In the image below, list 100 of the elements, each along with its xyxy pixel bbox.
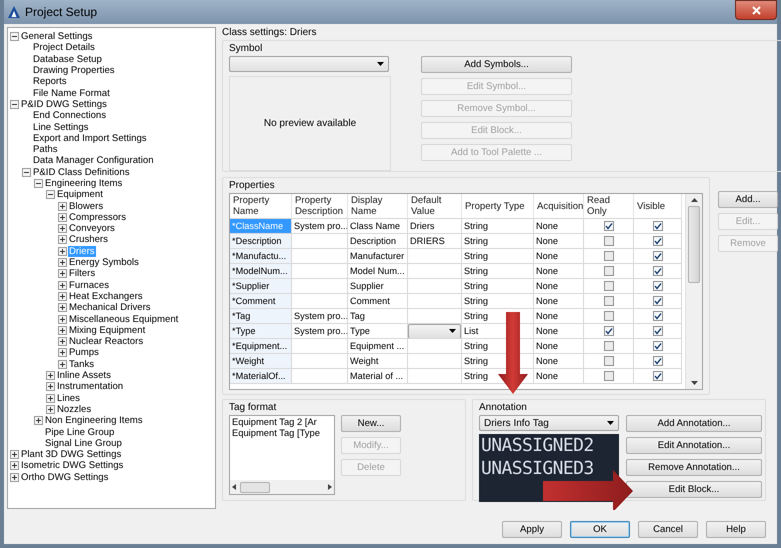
- checkbox[interactable]: [652, 356, 662, 366]
- expand-icon[interactable]: [58, 224, 67, 234]
- tree-item[interactable]: Tanks: [68, 358, 96, 370]
- annotation-action-button[interactable]: Add Annotation...: [626, 415, 762, 432]
- tree-item[interactable]: Lines: [56, 392, 81, 404]
- annotation-action-button[interactable]: Edit Annotation...: [626, 437, 762, 454]
- tree-item[interactable]: Plant 3D DWG Settings: [20, 449, 122, 460]
- tree-item[interactable]: Conveyors: [68, 223, 116, 234]
- column-header[interactable]: Display Name: [348, 194, 408, 219]
- expand-icon[interactable]: [46, 394, 55, 403]
- checkbox[interactable]: [652, 281, 662, 291]
- tree-item[interactable]: Heat Exchangers: [68, 290, 144, 302]
- column-header[interactable]: Default Value: [408, 194, 462, 219]
- horizontal-scrollbar[interactable]: [230, 480, 334, 494]
- checkbox[interactable]: [652, 251, 662, 261]
- tree-item[interactable]: Project Details: [32, 42, 96, 54]
- expand-icon[interactable]: [58, 246, 67, 256]
- symbol-action-button[interactable]: Add Symbols...: [421, 56, 572, 73]
- expand-icon[interactable]: [10, 472, 19, 482]
- expand-icon[interactable]: [10, 450, 19, 460]
- scroll-right-icon[interactable]: [328, 484, 332, 490]
- dialog-button[interactable]: Cancel: [638, 521, 698, 538]
- dialog-button[interactable]: Help: [706, 521, 766, 538]
- tree-item[interactable]: General Settings: [20, 31, 94, 42]
- tree-item[interactable]: Inline Assets: [56, 370, 112, 382]
- tree-item[interactable]: Compressors: [68, 212, 128, 223]
- list-item[interactable]: Equipment Tag 2 [Ar: [230, 416, 334, 427]
- collapse-icon[interactable]: [22, 168, 31, 177]
- checkbox[interactable]: [652, 311, 662, 321]
- checkbox[interactable]: [604, 251, 614, 261]
- tree-item[interactable]: Mixing Equipment: [68, 324, 146, 336]
- checkbox[interactable]: [652, 371, 662, 381]
- checkbox[interactable]: [604, 296, 614, 306]
- tree-item[interactable]: P&ID DWG Settings: [20, 98, 108, 110]
- tree-item[interactable]: Isometric DWG Settings: [20, 460, 124, 472]
- tree-item[interactable]: End Connections: [32, 110, 108, 122]
- expand-icon[interactable]: [10, 461, 19, 470]
- expand-icon[interactable]: [46, 371, 55, 380]
- property-action-button[interactable]: Add...: [718, 191, 778, 208]
- vertical-scrollbar[interactable]: [685, 194, 702, 389]
- tree-item[interactable]: Nozzles: [56, 404, 92, 415]
- expand-icon[interactable]: [58, 348, 67, 358]
- collapse-icon[interactable]: [46, 190, 55, 200]
- tree-item[interactable]: Signal Line Group: [44, 438, 123, 449]
- checkbox[interactable]: [652, 221, 662, 231]
- checkbox[interactable]: [652, 326, 662, 336]
- tree-item[interactable]: Drawing Properties: [32, 65, 116, 76]
- checkbox[interactable]: [652, 266, 662, 276]
- expand-icon[interactable]: [58, 280, 67, 290]
- tree-item[interactable]: Export and Import Settings: [32, 132, 148, 144]
- annotation-action-button[interactable]: Remove Annotation...: [626, 459, 762, 476]
- checkbox[interactable]: [604, 326, 614, 336]
- checkbox[interactable]: [604, 281, 614, 291]
- expand-icon[interactable]: [58, 202, 67, 211]
- tree-item[interactable]: Energy Symbols: [68, 257, 140, 268]
- expand-icon[interactable]: [46, 404, 55, 414]
- collapse-icon[interactable]: [10, 100, 19, 109]
- checkbox[interactable]: [604, 266, 614, 276]
- tree-item[interactable]: Blowers: [68, 200, 104, 212]
- expand-icon[interactable]: [58, 303, 67, 312]
- tree-item[interactable]: Miscellaneous Equipment: [68, 314, 180, 325]
- tree-item[interactable]: Paths: [32, 144, 59, 156]
- annotation-dropdown[interactable]: Driers Info Tag: [479, 415, 619, 431]
- tree-item[interactable]: Ortho DWG Settings: [20, 472, 110, 483]
- list-item[interactable]: Equipment Tag [Type: [230, 427, 334, 438]
- tree-item[interactable]: Reports: [32, 76, 68, 88]
- tree-item[interactable]: Crushers: [68, 234, 109, 246]
- checkbox[interactable]: [604, 311, 614, 321]
- annotation-action-button[interactable]: Edit Block...: [626, 481, 762, 498]
- tree-item[interactable]: Data Manager Configuration: [32, 155, 155, 166]
- column-header[interactable]: Property Name: [230, 194, 292, 219]
- expand-icon[interactable]: [34, 416, 43, 426]
- tree-item[interactable]: Furnaces: [68, 280, 110, 291]
- tree-item[interactable]: Non Engineering Items: [44, 415, 144, 426]
- tree-item[interactable]: Line Settings: [32, 122, 90, 133]
- dialog-button[interactable]: OK: [570, 521, 630, 538]
- tag-action-button[interactable]: New...: [341, 415, 401, 432]
- expand-icon[interactable]: [58, 337, 67, 346]
- expand-icon[interactable]: [58, 314, 67, 324]
- checkbox[interactable]: [604, 356, 614, 366]
- column-header[interactable]: Acquisition: [534, 194, 584, 219]
- expand-icon[interactable]: [58, 326, 67, 335]
- tree-item[interactable]: Engineering Items: [44, 178, 124, 189]
- checkbox[interactable]: [652, 236, 662, 246]
- checkbox[interactable]: [604, 221, 614, 231]
- close-button[interactable]: [735, 0, 777, 20]
- checkbox[interactable]: [604, 236, 614, 246]
- column-header[interactable]: Read Only: [584, 194, 634, 219]
- expand-icon[interactable]: [58, 360, 67, 369]
- tree-item[interactable]: Database Setup: [32, 54, 103, 65]
- tree-item[interactable]: P&ID Class Definitions: [32, 166, 131, 178]
- column-header[interactable]: Property Type: [462, 194, 534, 219]
- expand-icon[interactable]: [46, 382, 55, 392]
- expand-icon[interactable]: [58, 212, 67, 222]
- collapse-icon[interactable]: [34, 179, 43, 188]
- scroll-left-icon[interactable]: [232, 484, 236, 490]
- expand-icon[interactable]: [58, 235, 67, 244]
- checkbox[interactable]: [604, 341, 614, 351]
- scroll-up-icon[interactable]: [690, 198, 698, 202]
- checkbox[interactable]: [652, 341, 662, 351]
